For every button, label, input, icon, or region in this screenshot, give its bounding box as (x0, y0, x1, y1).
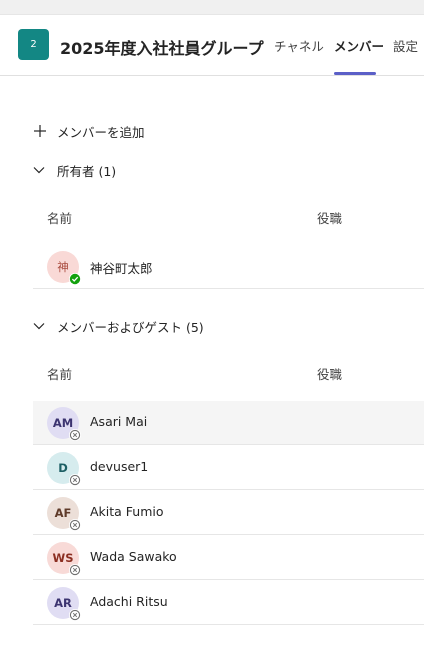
team-avatar-initial: 2 (30, 39, 37, 50)
member-name[interactable]: Wada Sawako (90, 549, 177, 564)
guests-name-column-header[interactable]: 名前 (47, 364, 72, 383)
owners-section-label: 所有者 (1) (57, 163, 117, 179)
member-row[interactable]: AF Akita Fumio (33, 491, 424, 535)
window-top-strip (0, 0, 424, 15)
add-member-button[interactable]: メンバーを追加 (32, 120, 145, 142)
avatar[interactable]: AM (47, 407, 81, 441)
member-row[interactable]: WS Wada Sawako (33, 536, 424, 580)
team-avatar: 2 (18, 29, 49, 60)
member-row[interactable]: 神 神谷町太郎 (33, 245, 424, 289)
member-name[interactable]: Asari Mai (90, 414, 147, 429)
guests-section-label: メンバーおよびゲスト (5) (57, 319, 204, 335)
avatar-initials: D (58, 461, 68, 475)
guests-role-column-header[interactable]: 役職 (317, 364, 342, 383)
member-row[interactable]: Ddevuser1 (33, 446, 424, 490)
avatar-initials: WS (52, 551, 74, 565)
member-row[interactable]: AR Adachi Ritsu (33, 581, 424, 625)
add-member-label: メンバーを追加 (57, 124, 145, 140)
presence-offline-icon (69, 474, 81, 486)
presence-available-icon (69, 273, 81, 285)
avatar[interactable]: D (47, 452, 81, 486)
member-name[interactable]: Adachi Ritsu (90, 594, 168, 609)
avatar[interactable]: AF (47, 497, 81, 531)
plus-icon (34, 125, 46, 137)
avatar[interactable]: WS (47, 542, 81, 576)
presence-offline-icon (69, 429, 81, 441)
owners-section-toggle[interactable]: 所有者 (1) (32, 159, 116, 181)
active-tab-indicator (334, 72, 376, 75)
tab-channels[interactable]: チャネル (274, 36, 324, 55)
chevron-down-icon (33, 167, 45, 174)
avatar-initials: AF (54, 506, 72, 520)
avatar[interactable]: AR (47, 587, 81, 621)
presence-offline-icon (69, 519, 81, 531)
avatar-initials: AM (52, 416, 74, 430)
presence-offline-icon (69, 564, 81, 576)
member-row[interactable]: AM Asari Mai (33, 401, 424, 445)
member-name[interactable]: Akita Fumio (90, 504, 164, 519)
team-name: 2025年度入社社員グループ (60, 39, 264, 58)
avatar[interactable]: 神 (47, 251, 81, 285)
team-header: 2 2025年度入社社員グループ チャネル メンバー 設定 (0, 15, 424, 76)
guests-section-toggle[interactable]: メンバーおよびゲスト (5) (32, 315, 204, 337)
tab-members[interactable]: メンバー (334, 36, 384, 55)
owners-name-column-header[interactable]: 名前 (47, 208, 72, 227)
owners-role-column-header[interactable]: 役職 (317, 208, 342, 227)
chevron-down-icon (33, 323, 45, 330)
presence-offline-icon (69, 609, 81, 621)
avatar-initials: 神 (57, 260, 69, 274)
avatar-initials: AR (54, 596, 72, 610)
member-name[interactable]: devuser1 (90, 459, 148, 474)
member-name[interactable]: 神谷町太郎 (90, 258, 153, 277)
tab-settings[interactable]: 設定 (393, 36, 418, 55)
